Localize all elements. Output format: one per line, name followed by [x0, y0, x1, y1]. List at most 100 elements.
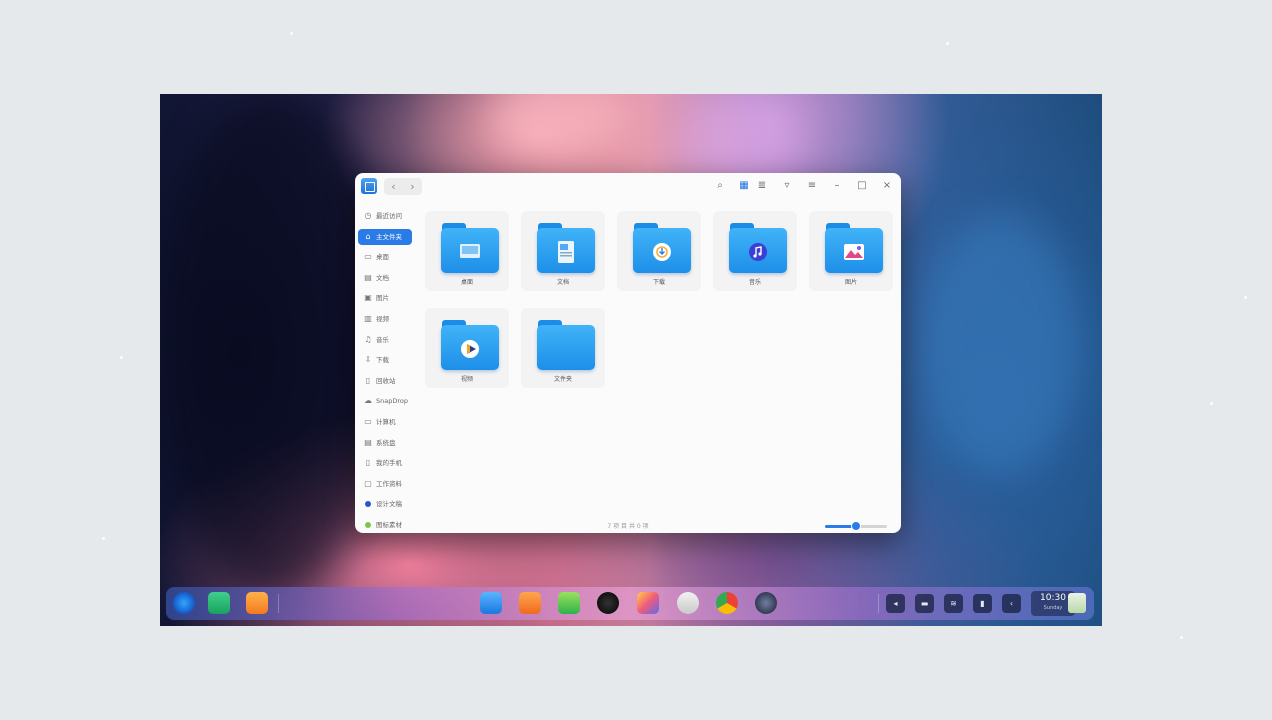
sidebar-item[interactable]: 设计文稿 — [358, 496, 412, 512]
folder-label: 文件夹 — [553, 376, 572, 383]
wallpaper-light — [680, 94, 800, 184]
camera-icon[interactable] — [677, 592, 699, 614]
dock-separator — [278, 594, 279, 613]
folder-label: 视频 — [460, 376, 473, 383]
tag-color-dot — [365, 501, 371, 508]
trash-icon[interactable] — [1068, 593, 1086, 613]
calendar-icon[interactable] — [246, 592, 268, 614]
sidebar-item[interactable]: ▥ 视频 — [358, 311, 412, 327]
sidebar-item[interactable]: ◷ 最近访问 — [358, 208, 412, 224]
background-sparkle — [1244, 296, 1247, 299]
expand-icon[interactable]: ‹ — [1002, 594, 1021, 613]
background-sparkle — [120, 356, 123, 359]
search-icon[interactable]: ⌕ — [713, 179, 727, 193]
folder-tile[interactable]: 下载 — [617, 211, 701, 291]
sidebar-item-label: 回收站 — [376, 376, 396, 385]
keyboard-icon[interactable]: ▬ — [915, 594, 934, 613]
sidebar-item-label: 音乐 — [376, 335, 389, 344]
sidebar-item-label: 图片 — [376, 294, 389, 303]
view-options-icon[interactable]: ▿ — [780, 179, 794, 193]
battery-icon[interactable]: ▮ — [973, 594, 992, 613]
navigation-buttons: ‹ › — [384, 178, 422, 195]
image-viewer-icon[interactable] — [637, 592, 659, 614]
sidebar-item-label: 设计文稿 — [376, 500, 402, 509]
app-store-icon[interactable] — [519, 592, 541, 614]
sidebar-item[interactable]: ▣ 图片 — [358, 290, 412, 306]
documents-folder-icon — [537, 223, 595, 273]
volume-icon[interactable]: ◂ — [886, 594, 905, 613]
folder-label: 桌面 — [460, 279, 473, 286]
sidebar-item-label: 最近访问 — [376, 212, 402, 220]
sidebar-item-icon: ▥ — [364, 314, 372, 323]
title-bar: ‹ › ⌕ ▦ ≣ ▿ ≡ – □ × — [355, 173, 901, 201]
videos-folder-icon — [441, 320, 499, 370]
sidebar-item[interactable]: ▭ 桌面 — [358, 249, 412, 265]
file-manager-window: ‹ › ⌕ ▦ ≣ ▿ ≡ – □ × ◷ 最近访问 ⌂ 主文件夹 ▭ 桌面 ▤ 文档 ▣ 图片 ▥… — [355, 173, 901, 533]
sidebar: ◷ 最近访问 ⌂ 主文件夹 ▭ 桌面 ▤ 文档 ▣ 图片 ▥ 视频 ♫ 音乐 ⇩ 下载 ▯ 回收站 ☁ SnapDro… — [355, 201, 415, 533]
wallpaper-light — [490, 94, 630, 154]
folder-label: 文档 — [556, 279, 569, 286]
wifi-icon[interactable]: ≋ — [944, 594, 963, 613]
sidebar-item-label: 主文件夹 — [376, 232, 402, 241]
sidebar-item[interactable]: ☁ SnapDrop — [358, 393, 412, 409]
sidebar-item-icon: ⌂ — [365, 231, 371, 241]
multitask-view-icon[interactable] — [208, 592, 230, 614]
folder-tile[interactable]: 音乐 — [713, 211, 797, 291]
sidebar-item-icon: ♫ — [364, 334, 372, 344]
forward-button[interactable]: › — [403, 178, 422, 195]
zoom-slider-handle[interactable] — [851, 521, 861, 531]
music-icon[interactable] — [558, 592, 580, 614]
folder-tile[interactable]: 视频 — [425, 308, 509, 388]
background-sparkle — [946, 42, 949, 45]
sidebar-item-label: 文档 — [376, 273, 389, 282]
file-manager-icon[interactable] — [480, 592, 502, 614]
folder-tile[interactable]: 文档 — [521, 211, 605, 291]
minimize-button[interactable]: – — [830, 179, 844, 193]
sidebar-item[interactable]: ▭ 计算机 — [358, 414, 412, 430]
sidebar-item-label: SnapDrop — [376, 397, 408, 406]
folder-tile[interactable]: 桌面 — [425, 211, 509, 291]
folder-label: 图片 — [844, 279, 857, 286]
sidebar-item[interactable]: ▢ 工作资料 — [358, 476, 412, 492]
file-manager-app-icon — [361, 178, 377, 194]
control-center-icon[interactable] — [755, 592, 777, 614]
sidebar-item-icon: ▯ — [365, 458, 371, 468]
sidebar-item-label: 我的手机 — [376, 459, 402, 468]
sidebar-item[interactable]: ▤ 文档 — [358, 270, 412, 286]
sidebar-item[interactable]: ⇩ 下载 — [358, 352, 412, 368]
sidebar-item[interactable]: ♫ 音乐 — [358, 332, 412, 348]
sidebar-item[interactable]: ⌂ 主文件夹 — [358, 228, 412, 245]
movie-icon[interactable] — [597, 592, 619, 614]
back-button[interactable]: ‹ — [384, 178, 403, 195]
maximize-button[interactable]: □ — [855, 179, 869, 193]
sidebar-item-icon: ▭ — [364, 252, 372, 262]
sidebar-item-label: 视频 — [376, 315, 389, 323]
folder-tile[interactable]: 文件夹 — [521, 308, 605, 388]
main-menu-icon[interactable]: ≡ — [805, 179, 819, 193]
background-sparkle — [1180, 636, 1183, 639]
dock: 10:30 Sunday ◂ ▬ ≋ ▮ ‹ — [166, 587, 1094, 620]
dock-separator — [878, 594, 879, 613]
file-grid: 桌面 文档 下载 音乐 图片视频 文件夹 — [415, 201, 901, 533]
sidebar-item-icon: ▢ — [364, 478, 372, 488]
sidebar-item-label: 计算机 — [376, 418, 396, 426]
sidebar-item[interactable]: ▤ 系统盘 — [358, 435, 412, 451]
downloads-folder-icon — [633, 223, 691, 273]
sidebar-item-icon: ▤ — [364, 272, 372, 282]
sidebar-item[interactable]: ▯ 我的手机 — [358, 455, 412, 471]
background-sparkle — [1210, 402, 1213, 405]
sidebar-item[interactable]: ▯ 回收站 — [358, 373, 412, 389]
launcher-icon[interactable] — [173, 592, 195, 614]
list-view-icon[interactable]: ≣ — [755, 179, 769, 193]
icon-view-icon[interactable]: ▦ — [737, 179, 751, 193]
folder-label: 下载 — [652, 279, 665, 286]
zoom-slider[interactable] — [825, 521, 887, 531]
desktop: ‹ › ⌕ ▦ ≣ ▿ ≡ – □ × ◷ 最近访问 ⌂ 主文件夹 ▭ 桌面 ▤ 文档 ▣ 图片 ▥… — [160, 94, 1102, 626]
folder-tile[interactable]: 图片 — [809, 211, 893, 291]
chrome-icon[interactable] — [716, 592, 738, 614]
sidebar-item-icon: ⇩ — [364, 355, 372, 365]
background-sparkle — [102, 537, 105, 540]
close-button[interactable]: × — [880, 179, 894, 193]
wallpaper-light — [920, 214, 1080, 474]
folder-label: 音乐 — [748, 279, 761, 286]
